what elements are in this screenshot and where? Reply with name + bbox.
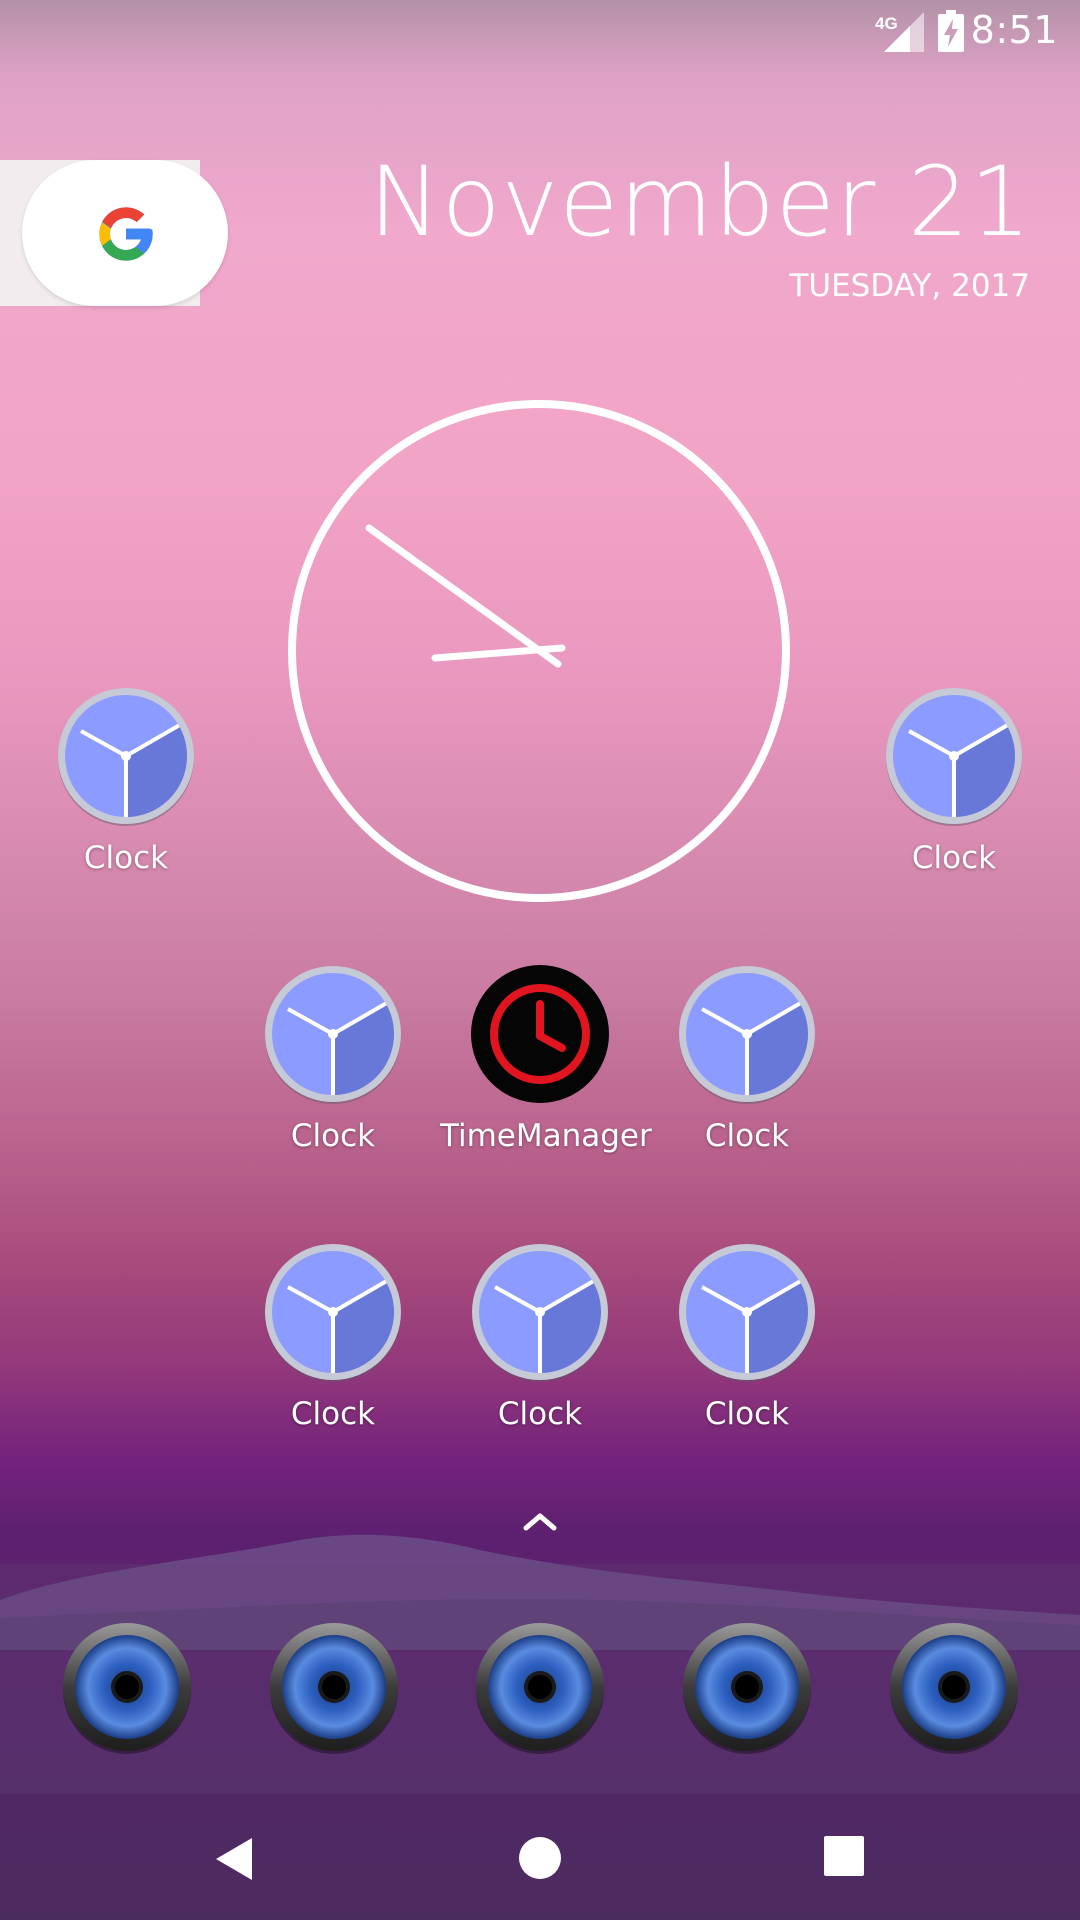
google-search-button[interactable] (22, 160, 228, 306)
navigation-bar (0, 1794, 1080, 1920)
status-time: 8:51 (970, 8, 1058, 52)
app-label: Clock (704, 1118, 790, 1154)
app-timemanager[interactable]: TimeManager (440, 964, 652, 1154)
app-clock[interactable]: Clock (647, 964, 847, 1154)
clock-minute-hand (365, 524, 562, 668)
google-icon (99, 207, 153, 261)
app-label: Clock (290, 1396, 376, 1432)
app-clock[interactable]: Clock (440, 1242, 640, 1432)
speaker-icon[interactable] (680, 1620, 814, 1754)
speaker-icon[interactable] (60, 1620, 194, 1754)
back-icon[interactable] (210, 1834, 260, 1884)
speaker-icon[interactable] (267, 1620, 401, 1754)
app-clock[interactable]: Clock (233, 964, 433, 1154)
app-clock[interactable]: Clock (26, 686, 226, 876)
app-clock[interactable]: Clock (647, 1242, 847, 1432)
clock-icon (470, 1242, 610, 1382)
clock-icon (884, 686, 1024, 826)
status-bar: 4G 8:51 (0, 0, 1080, 64)
app-label: Clock (911, 840, 997, 876)
app-clock[interactable]: Clock (854, 686, 1054, 876)
clock-icon (677, 964, 817, 1104)
clock-icon (263, 964, 403, 1104)
date-widget-weekday[interactable]: TUESDAY, 2017 (789, 268, 1030, 304)
app-label: Clock (704, 1396, 790, 1432)
battery-charging-icon (938, 10, 964, 52)
signal-icon (884, 12, 924, 52)
timemanager-icon (471, 965, 609, 1103)
analog-clock-widget[interactable] (286, 398, 792, 904)
speaker-icon[interactable] (887, 1620, 1021, 1754)
app-clock[interactable]: Clock (233, 1242, 433, 1432)
recents-icon[interactable] (822, 1834, 866, 1878)
app-label: Clock (83, 840, 169, 876)
app-label: Clock (497, 1396, 583, 1432)
clock-icon (56, 686, 196, 826)
app-label: Clock (290, 1118, 376, 1154)
clock-icon (677, 1242, 817, 1382)
date-widget-date[interactable]: November 21 (369, 146, 1032, 258)
home-icon[interactable] (516, 1834, 564, 1882)
clock-icon (263, 1242, 403, 1382)
app-label: TimeManager (440, 1118, 652, 1154)
speaker-icon[interactable] (473, 1620, 607, 1754)
